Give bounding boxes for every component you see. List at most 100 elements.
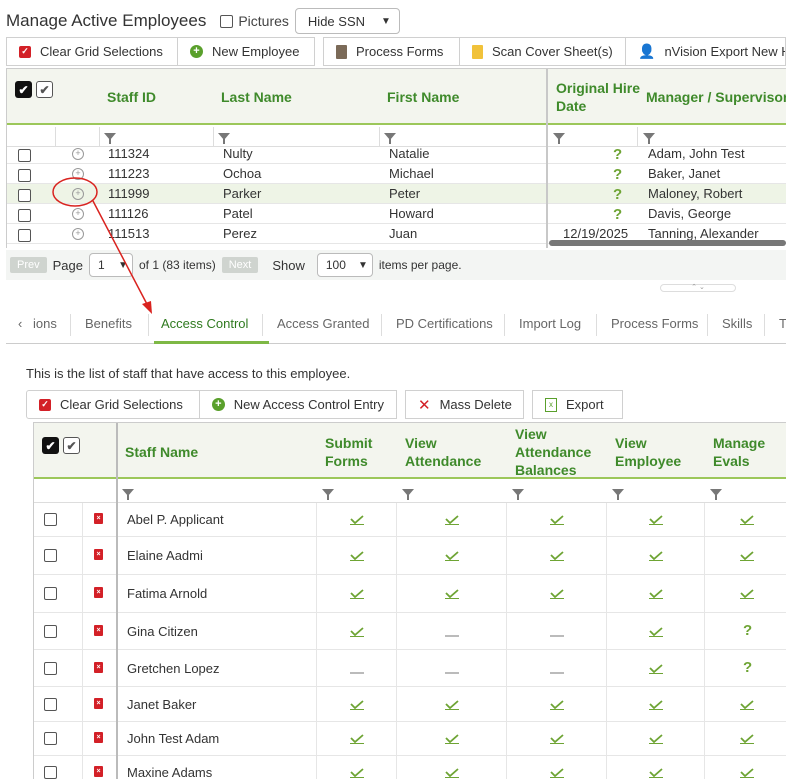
document-icon xyxy=(336,44,347,59)
trash-icon[interactable]: × xyxy=(94,625,103,636)
table-row[interactable]: + 111223 Ochoa Michael ? Baker, Janet xyxy=(7,164,786,184)
new-access-control-entry-button[interactable]: + New Access Control Entry xyxy=(200,390,397,419)
select-page-icon[interactable]: ✔ xyxy=(63,437,80,454)
process-forms-button[interactable]: Process Forms xyxy=(323,37,460,66)
table-row[interactable]: × John Test Adam xyxy=(34,722,786,756)
tab-process-forms[interactable]: Process Forms xyxy=(611,316,698,331)
col-view-attendance-balances[interactable]: View Attendance Balances xyxy=(515,425,605,479)
col-view-attendance[interactable]: View Attendance xyxy=(405,434,495,470)
tab-benefits[interactable]: Benefits xyxy=(85,316,132,331)
table-row[interactable]: × Elaine Aadmi xyxy=(34,537,786,575)
table-row[interactable]: + 111126 Patel Howard ? Davis, George xyxy=(7,204,786,224)
row-checkbox[interactable] xyxy=(44,698,57,711)
row-checkbox[interactable] xyxy=(18,229,31,242)
filter-icon[interactable] xyxy=(104,133,116,144)
tab-access-granted[interactable]: Access Granted xyxy=(277,316,370,331)
select-page-icon[interactable]: ✔ xyxy=(36,81,53,98)
horizontal-scrollbar[interactable] xyxy=(549,240,786,246)
row-checkbox[interactable] xyxy=(44,662,57,675)
row-checkbox[interactable] xyxy=(44,513,57,526)
filter-icon[interactable] xyxy=(612,489,624,500)
table-row[interactable]: × Gretchen Lopez? xyxy=(34,650,786,687)
filter-icon[interactable] xyxy=(553,133,565,144)
trash-icon[interactable]: × xyxy=(94,587,103,598)
pictures-checkbox[interactable] xyxy=(220,14,234,28)
tab-access-control[interactable]: Access Control xyxy=(161,316,248,331)
last-name-cell: Nulty xyxy=(223,146,253,161)
col-manager-supervisor[interactable]: Manager / Supervisor xyxy=(646,88,786,106)
tab-partial-right[interactable]: T xyxy=(779,316,786,331)
ssn-select[interactable]: Hide SSN ▼ xyxy=(294,8,400,34)
prev-page-button[interactable]: Prev xyxy=(10,257,47,273)
magnify-icon[interactable]: + xyxy=(72,168,84,180)
new-employee-button[interactable]: + New Employee xyxy=(178,37,315,66)
pictures-toggle[interactable]: Pictures xyxy=(220,13,289,29)
trash-icon[interactable]: × xyxy=(94,766,103,777)
col-last-name[interactable]: Last Name xyxy=(221,88,292,106)
trash-icon[interactable]: × xyxy=(94,698,103,709)
staff-name-cell: Gina Citizen xyxy=(127,624,198,639)
page-select[interactable]: 1 ▼ xyxy=(89,253,133,277)
row-checkbox[interactable] xyxy=(18,149,31,162)
check-icon xyxy=(350,768,364,778)
table-row[interactable]: × Maxine Adams xyxy=(34,756,786,779)
row-checkbox[interactable] xyxy=(44,625,57,638)
row-checkbox[interactable] xyxy=(44,549,57,562)
nvision-export-button[interactable]: 👤 nVision Export New Hi xyxy=(626,37,786,66)
filter-icon[interactable] xyxy=(384,133,396,144)
magnify-icon[interactable]: + xyxy=(72,148,84,160)
filter-icon[interactable] xyxy=(512,489,524,500)
trash-icon[interactable]: × xyxy=(94,662,103,673)
table-row[interactable]: × Janet Baker xyxy=(34,687,786,722)
col-view-employee[interactable]: View Employee xyxy=(615,434,695,470)
filter-icon[interactable] xyxy=(710,489,722,500)
table-row[interactable]: × Gina Citizen? xyxy=(34,613,786,650)
next-page-button[interactable]: Next xyxy=(221,257,259,273)
select-all-icon[interactable]: ✔ xyxy=(42,437,59,454)
filter-icon[interactable] xyxy=(122,489,134,500)
col-staff-id[interactable]: Staff ID xyxy=(107,88,156,106)
col-first-name[interactable]: First Name xyxy=(387,88,459,106)
col-staff-name[interactable]: Staff Name xyxy=(125,443,198,461)
trash-icon[interactable]: × xyxy=(94,513,103,524)
clear-grid-button[interactable]: ✓ Clear Grid Selections xyxy=(6,37,178,66)
panel-splitter-handle[interactable]: ⌃ ⌄ xyxy=(660,284,736,292)
export-button[interactable]: x Export xyxy=(532,390,623,419)
filter-icon[interactable] xyxy=(322,489,334,500)
col-submit-forms[interactable]: Submit Forms xyxy=(325,434,385,470)
check-icon xyxy=(740,589,754,599)
mass-delete-button[interactable]: ✕ Mass Delete xyxy=(405,390,524,419)
magnify-icon[interactable]: + xyxy=(72,208,84,220)
scan-cover-sheets-button[interactable]: Scan Cover Sheet(s) xyxy=(460,37,626,66)
row-checkbox[interactable] xyxy=(44,732,57,745)
staff-name-cell: John Test Adam xyxy=(127,731,220,746)
per-page-value: 100 xyxy=(325,258,346,272)
filter-icon[interactable] xyxy=(402,489,414,500)
row-checkbox[interactable] xyxy=(44,587,57,600)
table-row-selected[interactable]: + 111999 Parker Peter ? Maloney, Robert xyxy=(7,184,786,204)
filter-icon[interactable] xyxy=(643,133,655,144)
table-row[interactable]: × Fatima Arnold xyxy=(34,575,786,613)
filter-icon[interactable] xyxy=(218,133,230,144)
col-original-hire-date[interactable]: Original Hire Date xyxy=(556,79,641,115)
row-checkbox[interactable] xyxy=(18,169,31,182)
tab-skills[interactable]: Skills xyxy=(722,316,752,331)
magnify-icon[interactable]: + xyxy=(72,228,84,240)
table-row[interactable]: + 111324 Nulty Natalie ? Adam, John Test xyxy=(7,144,786,164)
col-manage-evals[interactable]: Manage Evals xyxy=(713,434,783,470)
row-checkbox[interactable] xyxy=(18,189,31,202)
tabs-scroll-left-icon[interactable]: ‹ xyxy=(18,316,22,331)
tab-import-log[interactable]: Import Log xyxy=(519,316,581,331)
tab-pd-certifications[interactable]: PD Certifications xyxy=(396,316,493,331)
access-clear-grid-button[interactable]: ✓ Clear Grid Selections xyxy=(26,390,200,419)
select-all-icon[interactable]: ✔ xyxy=(15,81,32,98)
magnify-icon[interactable]: + xyxy=(72,188,84,200)
tab-partial-left[interactable]: ions xyxy=(33,316,57,331)
show-label: Show xyxy=(272,257,305,273)
row-checkbox[interactable] xyxy=(18,209,31,222)
row-checkbox[interactable] xyxy=(44,766,57,779)
trash-icon[interactable]: × xyxy=(94,732,103,743)
table-row[interactable]: × Abel P. Applicant xyxy=(34,503,786,537)
per-page-select[interactable]: 100 ▼ xyxy=(316,253,373,277)
trash-icon[interactable]: × xyxy=(94,549,103,560)
